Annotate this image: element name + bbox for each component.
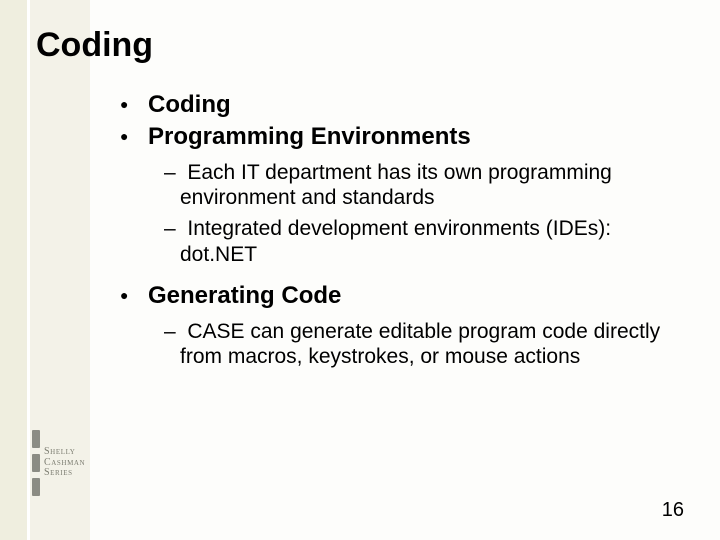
slide-title: Coding (36, 26, 153, 65)
bullet-item: Programming Environments (120, 122, 690, 152)
slide-content: Coding Programming Environments Each IT … (120, 90, 690, 375)
logo-text: Shelly Cashman Series (44, 447, 85, 479)
bullet-item: Coding (120, 90, 690, 120)
side-band-left (0, 0, 27, 540)
bullet-item: Generating Code (120, 281, 690, 311)
publisher-logo: Shelly Cashman Series (32, 420, 88, 506)
sub-bullet-item: CASE can generate editable program code … (120, 319, 690, 369)
logo-bars-icon (32, 430, 40, 496)
logo-line: Series (44, 468, 85, 479)
page-number: 16 (662, 499, 684, 522)
sub-bullet-item: Each IT department has its own programmi… (120, 160, 690, 210)
sub-bullet-item: Integrated development environments (IDE… (120, 216, 690, 266)
